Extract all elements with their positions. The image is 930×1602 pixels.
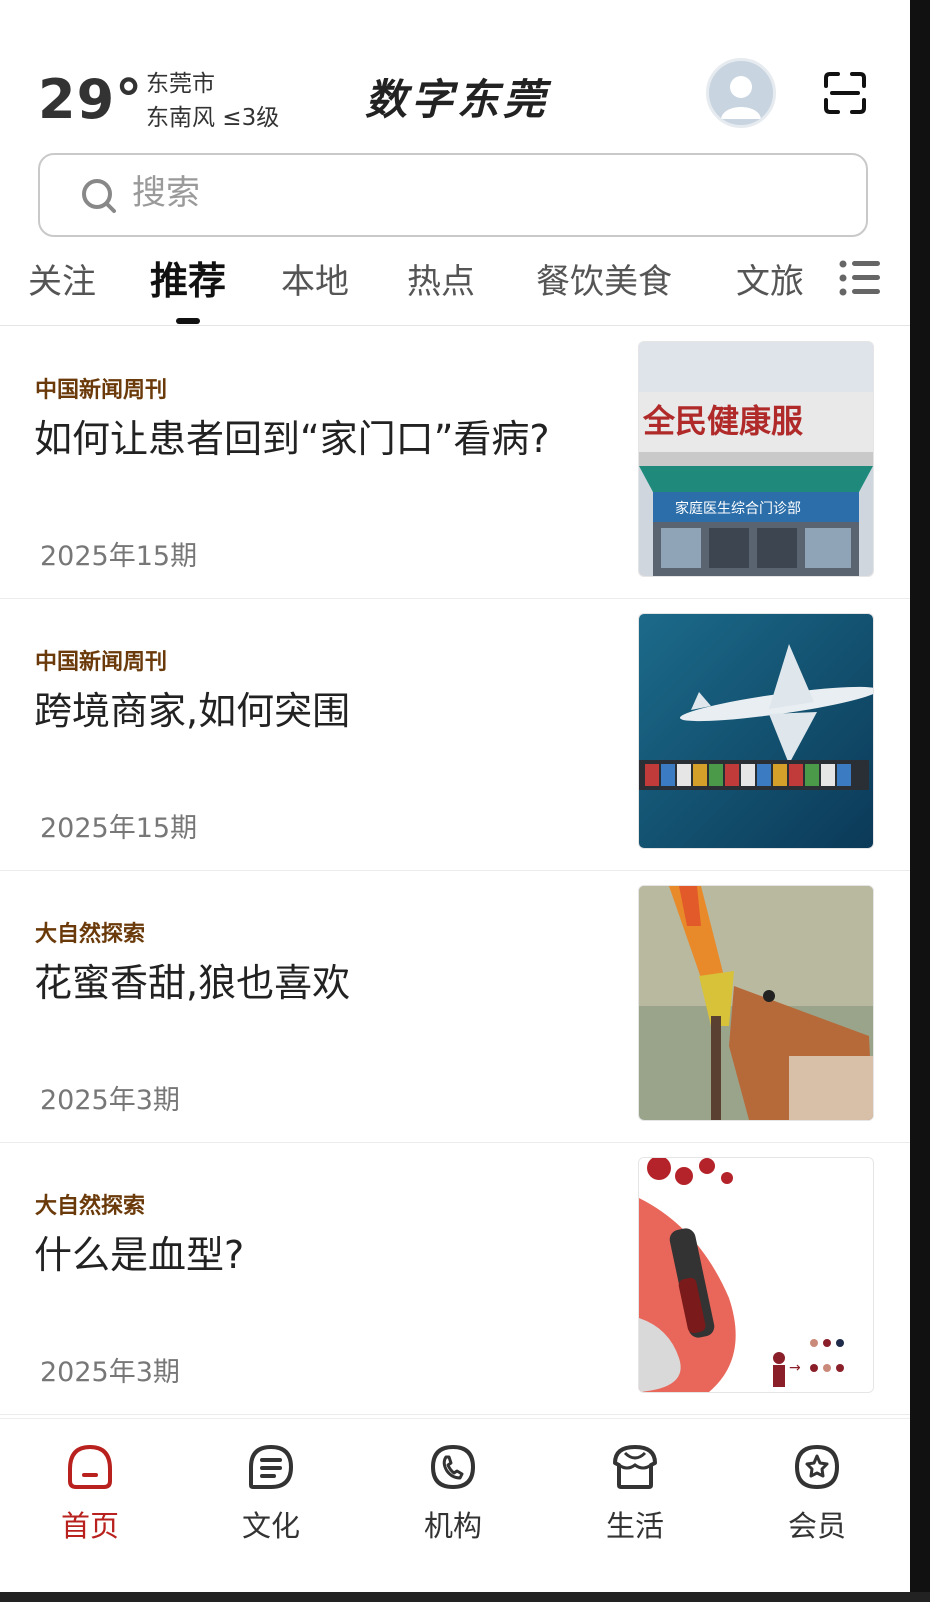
nav-life[interactable]: 生活	[575, 1441, 695, 1545]
blood-sample-illustration[interactable]: →	[638, 1157, 874, 1393]
user-avatar-icon	[709, 61, 773, 125]
wolf-licking-flower-photo[interactable]	[638, 885, 874, 1121]
list-item[interactable]: 大自然探索 什么是血型? 2025年3期 →	[0, 1142, 910, 1415]
app-screen: 29° 东莞市 东南风 ≤3级 数字东莞 搜索 关注 推荐 本地 热点 餐饮美食…	[0, 0, 910, 1602]
search-input[interactable]	[132, 173, 732, 213]
avatar[interactable]	[706, 58, 776, 128]
tab-recommend[interactable]: 推荐	[150, 250, 226, 305]
scan-button[interactable]	[822, 70, 868, 116]
tab-culture-travel[interactable]: 文旅	[736, 254, 804, 303]
nav-organization-label: 机构	[423, 1509, 482, 1543]
nav-culture[interactable]: 文化	[211, 1441, 331, 1545]
app-logo: 数字东莞	[365, 75, 550, 124]
member-icon	[794, 1444, 840, 1490]
search-bar[interactable]	[38, 153, 868, 237]
svg-text:→: →	[789, 1360, 801, 1376]
article-source: 中国新闻周刊	[35, 650, 168, 675]
airplane-ship-thumbnail-image	[639, 614, 873, 848]
list-item[interactable]: 大自然探索 花蜜香甜,狼也喜欢 2025年3期	[0, 870, 910, 1143]
article-date: 2025年15期	[40, 541, 198, 572]
list-item[interactable]: 中国新闻周刊 如何让患者回到“家门口”看病? 2025年15期 全民健康服 家庭…	[0, 326, 910, 599]
article-title[interactable]: 什么是血型?	[34, 1224, 244, 1279]
article-date: 2025年3期	[40, 1357, 180, 1388]
tab-hot[interactable]: 热点	[407, 254, 475, 303]
clinic-thumbnail-image: 全民健康服 家庭医生综合门诊部	[639, 342, 873, 576]
header: 29° 东莞市 东南风 ≤3级 数字东莞	[0, 40, 910, 150]
category-tabs: 关注 推荐 本地 热点 餐饮美食 文旅	[0, 250, 910, 326]
blood-type-thumbnail-image: →	[639, 1158, 873, 1392]
article-source: 大自然探索	[35, 1194, 146, 1219]
article-source: 大自然探索	[35, 922, 146, 947]
active-tab-indicator	[176, 318, 200, 324]
article-date: 2025年3期	[40, 1085, 180, 1116]
nav-home-label: 首页	[60, 1509, 119, 1543]
article-title[interactable]: 花蜜香甜,狼也喜欢	[34, 952, 350, 1007]
weather-city: 东莞市	[146, 71, 215, 97]
organization-icon	[430, 1444, 476, 1490]
article-title[interactable]: 跨境商家,如何突围	[34, 680, 350, 735]
nav-life-label: 生活	[605, 1509, 664, 1543]
nav-culture-label: 文化	[241, 1509, 300, 1543]
life-icon	[613, 1445, 657, 1489]
nav-member[interactable]: 会员	[757, 1441, 877, 1545]
clinic-door-sign-text: 家庭医生综合门诊部	[675, 500, 801, 517]
tab-food[interactable]: 餐饮美食	[536, 254, 672, 303]
nav-organization[interactable]: 机构	[393, 1441, 513, 1545]
temperature: 29°	[38, 68, 144, 131]
screen-edge-right	[910, 0, 930, 1602]
clinic-sign-text: 全民健康服	[642, 402, 803, 440]
nav-member-label: 会员	[787, 1509, 846, 1543]
culture-icon	[249, 1444, 294, 1489]
bottom-navigation: 首页 文化 机构 生活 会员	[0, 1418, 910, 1593]
scan-icon	[824, 72, 866, 114]
screen-edge-bottom	[0, 1592, 930, 1602]
airplane-over-cargo-ship-photo[interactable]	[638, 613, 874, 849]
search-icon	[82, 179, 116, 213]
weather-wind: 东南风 ≤3级	[146, 105, 280, 131]
nav-home[interactable]: 首页	[30, 1441, 150, 1545]
article-title[interactable]: 如何让患者回到“家门口”看病?	[34, 408, 550, 463]
wolf-flower-thumbnail-image	[639, 886, 873, 1120]
list-item[interactable]: 中国新闻周刊 跨境商家,如何突围 2025年15期	[0, 598, 910, 871]
clinic-building-photo[interactable]: 全民健康服 家庭医生综合门诊部	[638, 341, 874, 577]
tab-local[interactable]: 本地	[281, 254, 349, 303]
menu-list-icon[interactable]	[838, 258, 882, 298]
tab-follow[interactable]: 关注	[28, 254, 96, 303]
article-source: 中国新闻周刊	[35, 378, 168, 403]
article-date: 2025年15期	[40, 813, 198, 844]
home-icon	[68, 1444, 112, 1489]
